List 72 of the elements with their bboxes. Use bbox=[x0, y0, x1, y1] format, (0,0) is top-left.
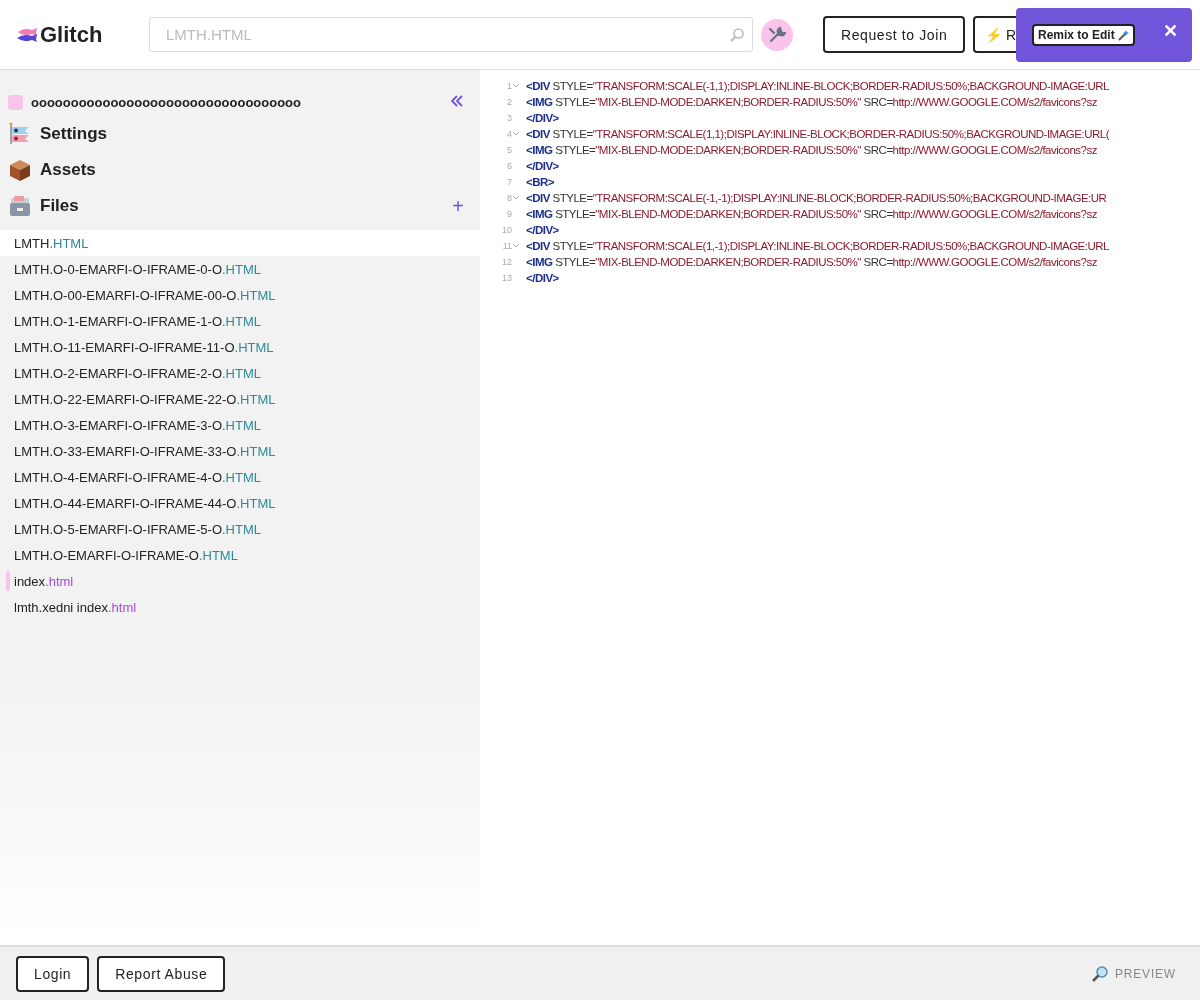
code-line: <IMG STYLE="MIX-BLEND-MODE:DARKEN;BORDER-RADIUS:50%" SRC=http://WWW.GOOGLE.COM/s2/favicons?sz bbox=[526, 144, 1097, 156]
file-item[interactable]: LMTH.O-2-EMARFI-O-IFRAME-2-O.HTML bbox=[0, 360, 480, 386]
line-number: 10 bbox=[501, 225, 512, 235]
close-button[interactable]: ✕ bbox=[1159, 20, 1182, 42]
code-line: <IMG STYLE="MIX-BLEND-MODE:DARKEN;BORDER-RADIUS:50%" SRC=http://WWW.GOOGLE.COM/s2/favicons?sz bbox=[526, 256, 1097, 268]
sidebar-section[interactable]: Files + bbox=[0, 188, 480, 224]
file-item[interactable]: LMTH.O-33-EMARFI-O-IFRAME-33-O.HTML bbox=[0, 438, 480, 464]
file-item[interactable]: LMTH.O-4-EMARFI-O-IFRAME-4-O.HTML bbox=[0, 464, 480, 490]
code-line: <IMG STYLE="MIX-BLEND-MODE:DARKEN;BORDER-RADIUS:50%" SRC=http://WWW.GOOGLE.COM/s2/favicons?sz bbox=[526, 96, 1097, 108]
file-item[interactable]: LMTH.O-5-EMARFI-O-IFRAME-5-O.HTML bbox=[0, 516, 480, 542]
double-chevron-icon bbox=[450, 93, 464, 108]
request-button[interactable]: Request to Join bbox=[823, 16, 966, 53]
file-item[interactable]: LMTH.O-22-EMARFI-O-IFRAME-22-O.HTML bbox=[0, 386, 480, 412]
file-item[interactable]: LMTH.HTML bbox=[0, 230, 480, 256]
wand-icon bbox=[1116, 29, 1129, 41]
section-label: Settings bbox=[40, 124, 109, 144]
file-item[interactable]: lmth.xedni index.html bbox=[0, 594, 480, 620]
file-item[interactable]: LMTH.O-00-EMARFI-O-IFRAME-00-O.HTML bbox=[0, 282, 480, 308]
fold-caret-icon bbox=[513, 132, 519, 136]
code-line: </DIV> bbox=[526, 160, 559, 172]
line-number: 6 bbox=[506, 161, 512, 171]
code-line: <DIV STYLE="TRANSFORM:SCALE(1,1);DISPLAY:INLINE-BLOCK;BORDER-RADIUS:50%;BACKGROUND-IMAGE:URL( bbox=[526, 128, 1109, 140]
line-number: 9 bbox=[506, 209, 512, 219]
fish-logo-icon bbox=[16, 26, 38, 43]
file-item[interactable]: LMTH.O-3-EMARFI-O-IFRAME-3-O.HTML bbox=[0, 412, 480, 438]
line-number: 2 bbox=[506, 97, 512, 107]
fold-caret-icon bbox=[513, 244, 519, 248]
file-cabinet-icon bbox=[8, 194, 32, 218]
file-item[interactable]: LMTH.O-EMARFI-O-IFRAME-O.HTML bbox=[0, 542, 480, 568]
file-item[interactable]: LMTH.O-11-EMARFI-O-IFRAME-11-O.HTML bbox=[0, 334, 480, 360]
line-number: 7 bbox=[506, 177, 512, 187]
fold-caret-icon bbox=[513, 196, 519, 200]
code-line: </DIV> bbox=[526, 112, 559, 124]
wrench-button[interactable] bbox=[761, 18, 793, 51]
line-number: 5 bbox=[506, 145, 512, 155]
line-number: 1 bbox=[506, 81, 512, 91]
login-button[interactable]: Login bbox=[16, 955, 90, 992]
code-line: </DIV> bbox=[526, 272, 559, 284]
file-item[interactable]: LMTH.O-44-EMARFI-O-IFRAME-44-O.HTML bbox=[0, 490, 480, 516]
code-line: <DIV STYLE="TRANSFORM:SCALE(1,-1);DISPLAY:INLINE-BLOCK;BORDER-RADIUS:50%;BACKGROUND-IMAGE:URL bbox=[526, 240, 1109, 252]
line-number: 11 bbox=[501, 241, 512, 251]
remix-to-edit-button[interactable]: Remix to Edit bbox=[1032, 24, 1135, 46]
line-number: 3 bbox=[506, 113, 512, 123]
project-name: oooooooooooooooooooooooooooooooooo bbox=[31, 94, 302, 110]
section-label: Files bbox=[40, 196, 80, 216]
line-number: 8 bbox=[506, 193, 512, 203]
fold-caret-icon bbox=[513, 84, 519, 88]
magnifier-icon bbox=[1091, 964, 1110, 983]
sidebar-section[interactable]: Assets bbox=[0, 152, 480, 188]
sidebar-section[interactable]: Settings bbox=[0, 116, 480, 152]
code-line: <IMG STYLE="MIX-BLEND-MODE:DARKEN;BORDER-RADIUS:50%" SRC=http://WWW.GOOGLE.COM/s2/favicons?sz bbox=[526, 208, 1097, 220]
logo-text: Glitch bbox=[40, 21, 103, 48]
file-item[interactable]: index.html bbox=[0, 568, 480, 594]
lightning-icon: ⚡ bbox=[985, 26, 1003, 43]
project-avatar bbox=[8, 94, 23, 110]
search-icon bbox=[729, 27, 745, 43]
report-abuse-button[interactable]: Report Abuse bbox=[97, 955, 226, 992]
code-line: <DIV STYLE="TRANSFORM:SCALE(-1,-1);DISPLAY:INLINE-BLOCK;BORDER-RADIUS:50%;BACKGROUND-IMAGE:UR bbox=[526, 192, 1107, 204]
file-item[interactable]: LMTH.O-0-EMARFI-O-IFRAME-0-O.HTML bbox=[0, 256, 480, 282]
box-icon bbox=[8, 158, 32, 182]
section-label: Assets bbox=[40, 160, 97, 180]
button-label: R bbox=[1005, 26, 1017, 43]
file-item[interactable]: LMTH.O-1-EMARFI-O-IFRAME-1-O.HTML bbox=[0, 308, 480, 334]
code-line: <DIV STYLE="TRANSFORM:SCALE(-1,1);DISPLAY:INLINE-BLOCK;BORDER-RADIUS:50%;BACKGROUND-IMAGE:URL bbox=[526, 80, 1109, 92]
flags-icon bbox=[8, 122, 32, 146]
line-number: 12 bbox=[501, 257, 512, 267]
line-number: 13 bbox=[501, 273, 512, 283]
wrench-icon bbox=[768, 25, 786, 44]
add-file-button[interactable]: + bbox=[452, 194, 464, 218]
code-line: </DIV> bbox=[526, 224, 559, 236]
code-line: <BR> bbox=[526, 176, 555, 188]
line-number: 4 bbox=[506, 129, 512, 139]
